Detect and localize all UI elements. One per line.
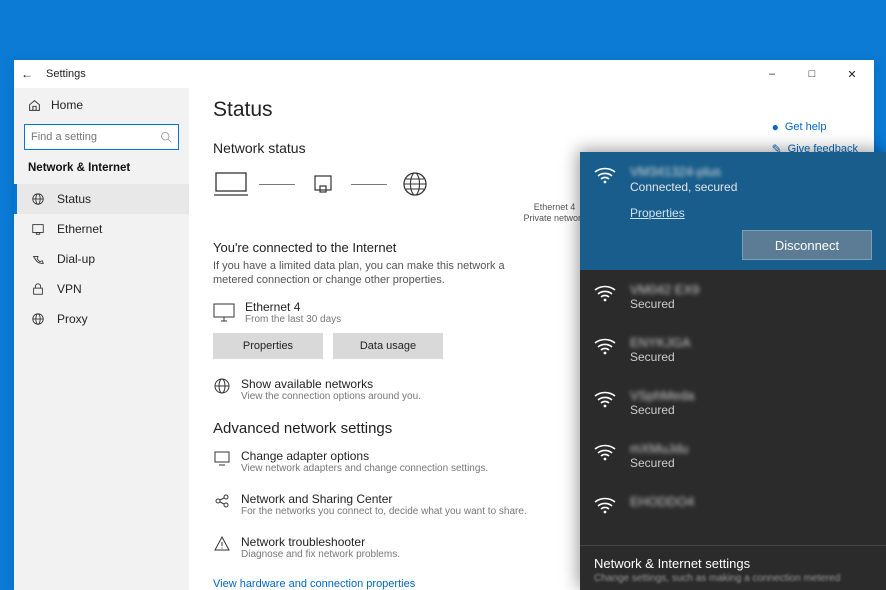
wifi-signal-icon: [594, 164, 618, 184]
monitor-icon: [213, 303, 235, 323]
wifi-ssid: ENYKJGA: [630, 335, 691, 350]
wifi-signal-icon: [594, 335, 618, 355]
sidebar-section-title: Network & Internet: [14, 160, 189, 184]
wifi-security: Secured: [630, 456, 689, 470]
sidebar-item-label: Ethernet: [57, 222, 102, 236]
sidebar-item-ethernet[interactable]: Ethernet: [14, 214, 189, 244]
help-column: ● Get help ✎ Give feedback: [772, 120, 858, 156]
link-title: Network troubleshooter: [241, 535, 400, 549]
properties-button[interactable]: Properties: [213, 333, 323, 359]
pc-icon: [213, 170, 249, 198]
connected-desc: If you have a limited data plan, you can…: [213, 259, 513, 289]
titlebar: ← Settings – □ ✕: [14, 60, 874, 88]
wifi-ssid: VM042 EX9: [630, 282, 699, 297]
sidebar-home[interactable]: Home: [14, 90, 189, 120]
diagram-line: [259, 184, 295, 185]
sidebar-item-vpn[interactable]: VPN: [14, 274, 189, 304]
globe-icon: [397, 170, 433, 198]
wifi-network-item[interactable]: VSphMedaSecured: [580, 376, 886, 429]
wifi-security: Secured: [630, 403, 694, 417]
wifi-signal-icon: [594, 388, 618, 408]
ethernet-icon: [31, 222, 45, 236]
sidebar-item-label: Dial-up: [57, 252, 95, 266]
close-button[interactable]: ✕: [832, 60, 872, 88]
warning-icon: [213, 535, 231, 560]
back-button[interactable]: ←: [20, 67, 34, 81]
maximize-button[interactable]: □: [792, 60, 832, 88]
sidebar-item-proxy[interactable]: Proxy: [14, 304, 189, 334]
link-desc: Diagnose and fix network problems.: [241, 549, 400, 560]
wifi-properties-link[interactable]: Properties: [630, 206, 872, 220]
link-desc: For the networks you connect to, decide …: [241, 506, 527, 517]
diagram-line: [351, 184, 387, 185]
wifi-signal-icon: [594, 494, 618, 514]
wifi-footer-settings[interactable]: Network & Internet settings Change setti…: [580, 545, 886, 590]
home-icon: [28, 99, 41, 112]
wifi-ssid: mXMuJdu: [630, 441, 689, 456]
adapter-icon: [305, 170, 341, 198]
wifi-networks-flyout: VM341324-plus Connected, secured Propert…: [580, 152, 886, 590]
wifi-network-item[interactable]: ENYKJGASecured: [580, 323, 886, 376]
wifi-network-item[interactable]: VM042 EX9Secured: [580, 270, 886, 323]
sidebar-item-label: Proxy: [57, 312, 88, 326]
wifi-status: Connected, secured: [630, 180, 737, 194]
wifi-signal-icon: [594, 282, 618, 302]
wifi-signal-icon: [594, 441, 618, 461]
wifi-footer-title: Network & Internet settings: [594, 556, 872, 571]
page-title: Status: [213, 98, 850, 122]
wifi-network-item[interactable]: EHODDO4: [580, 482, 886, 526]
sharing-icon: [213, 492, 231, 517]
sidebar-home-label: Home: [51, 98, 83, 112]
data-usage-button[interactable]: Data usage: [333, 333, 443, 359]
wifi-ssid: EHODDO4: [630, 494, 694, 509]
proxy-icon: [31, 312, 45, 326]
wifi-ssid: VSphMeda: [630, 388, 694, 403]
help-icon: ●: [772, 120, 779, 134]
wifi-security: Secured: [630, 350, 691, 364]
link-title: Show available networks: [241, 377, 421, 391]
status-icon: [31, 192, 45, 206]
disconnect-button[interactable]: Disconnect: [742, 230, 872, 260]
wifi-security: Secured: [630, 297, 699, 311]
search-placeholder: Find a setting: [31, 131, 97, 143]
link-desc: View network adapters and change connect…: [241, 463, 488, 474]
wifi-icon: [213, 377, 231, 402]
sidebar-item-label: Status: [57, 192, 91, 206]
search-icon: [160, 131, 172, 143]
sidebar: Home Find a setting Network & Internet S…: [14, 88, 189, 590]
wifi-available-list: VM042 EX9Secured ENYKJGASecured VSphMeda…: [580, 270, 886, 545]
vpn-icon: [31, 282, 45, 296]
adapter-options-icon: [213, 449, 231, 474]
sidebar-item-label: VPN: [57, 282, 82, 296]
minimize-button[interactable]: –: [752, 60, 792, 88]
wifi-footer-sub: Change settings, such as making a connec…: [594, 573, 872, 584]
wifi-connected-panel[interactable]: VM341324-plus Connected, secured Propert…: [580, 152, 886, 270]
sidebar-item-dialup[interactable]: Dial-up: [14, 244, 189, 274]
wifi-network-item[interactable]: mXMuJduSecured: [580, 429, 886, 482]
link-title: Network and Sharing Center: [241, 492, 527, 506]
wifi-ssid: VM341324-plus: [630, 164, 737, 179]
link-title: Change adapter options: [241, 449, 488, 463]
search-input[interactable]: Find a setting: [24, 124, 179, 150]
link-desc: View the connection options around you.: [241, 391, 421, 402]
dialup-icon: [31, 252, 45, 266]
get-help-link[interactable]: ● Get help: [772, 120, 858, 134]
window-title: Settings: [46, 68, 86, 80]
sidebar-item-status[interactable]: Status: [14, 184, 189, 214]
